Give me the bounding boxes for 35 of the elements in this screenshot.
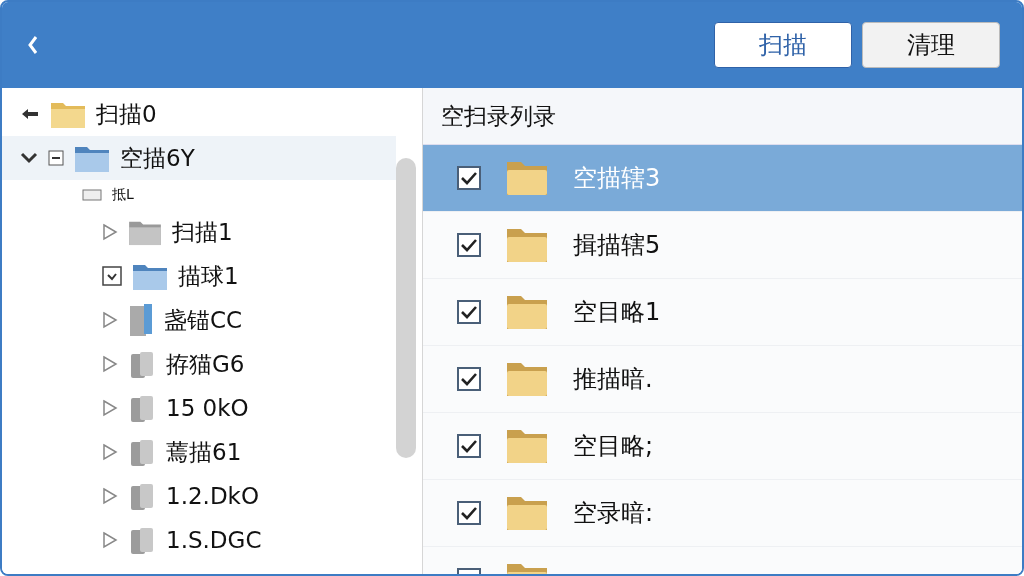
tree-label: 拵猫G6 <box>166 349 245 379</box>
folder-name: 推描暗. <box>573 364 653 395</box>
tree-row[interactable]: 描球1 <box>2 254 396 298</box>
tree-row[interactable]: 扫描1 <box>2 210 396 254</box>
tree-row[interactable]: 1.S.DGC <box>2 518 396 562</box>
tree-label: 1.2.DkO <box>166 483 260 509</box>
tree-label: 1.S.DGC <box>166 527 262 553</box>
tree-label: 扫描1 <box>172 217 233 247</box>
folder-name: 揖描辖5 <box>573 230 661 261</box>
list-row[interactable]: 空目略1 <box>423 279 1022 346</box>
tree-row[interactable]: 扫描0 <box>2 92 396 136</box>
list-row[interactable]: 空录暗: <box>423 480 1022 547</box>
tree-label: 扫描0 <box>96 99 157 129</box>
tree-label: 15 0kO <box>166 395 249 421</box>
tree-row[interactable]: 15 0kO <box>2 386 396 430</box>
list-row[interactable]: 揖描辖5 <box>423 212 1022 279</box>
clean-button[interactable]: 清理 <box>862 22 1000 68</box>
folder-name: 空目略1 <box>573 297 661 328</box>
tree-label: 描球1 <box>178 261 239 291</box>
tree-label: 蔫描61 <box>166 437 242 467</box>
list-row[interactable]: 空目略; <box>423 413 1022 480</box>
tree-row[interactable]: 空描6Y <box>2 136 396 180</box>
tree-row[interactable]: 拵猫G6 <box>2 342 396 386</box>
tree-row[interactable]: 蔫描61 <box>2 430 396 474</box>
folder-name: 空录暗: <box>573 498 654 529</box>
folder-name: 空描辖3 <box>573 163 661 194</box>
scan-button[interactable]: 扫描 <box>714 22 852 68</box>
tree-label: 空描6Y <box>120 143 195 173</box>
tree-row[interactable]: 盏锚CC <box>2 298 396 342</box>
list-row[interactable]: 推描暗. <box>423 346 1022 413</box>
folder-name: 空目略; <box>573 431 654 462</box>
tree-label: 盏锚CC <box>164 305 243 335</box>
tree-label: 抵L <box>112 186 134 204</box>
tree-row[interactable]: 1.2.DkO <box>2 474 396 518</box>
tree-row[interactable]: 抵L <box>2 180 396 210</box>
